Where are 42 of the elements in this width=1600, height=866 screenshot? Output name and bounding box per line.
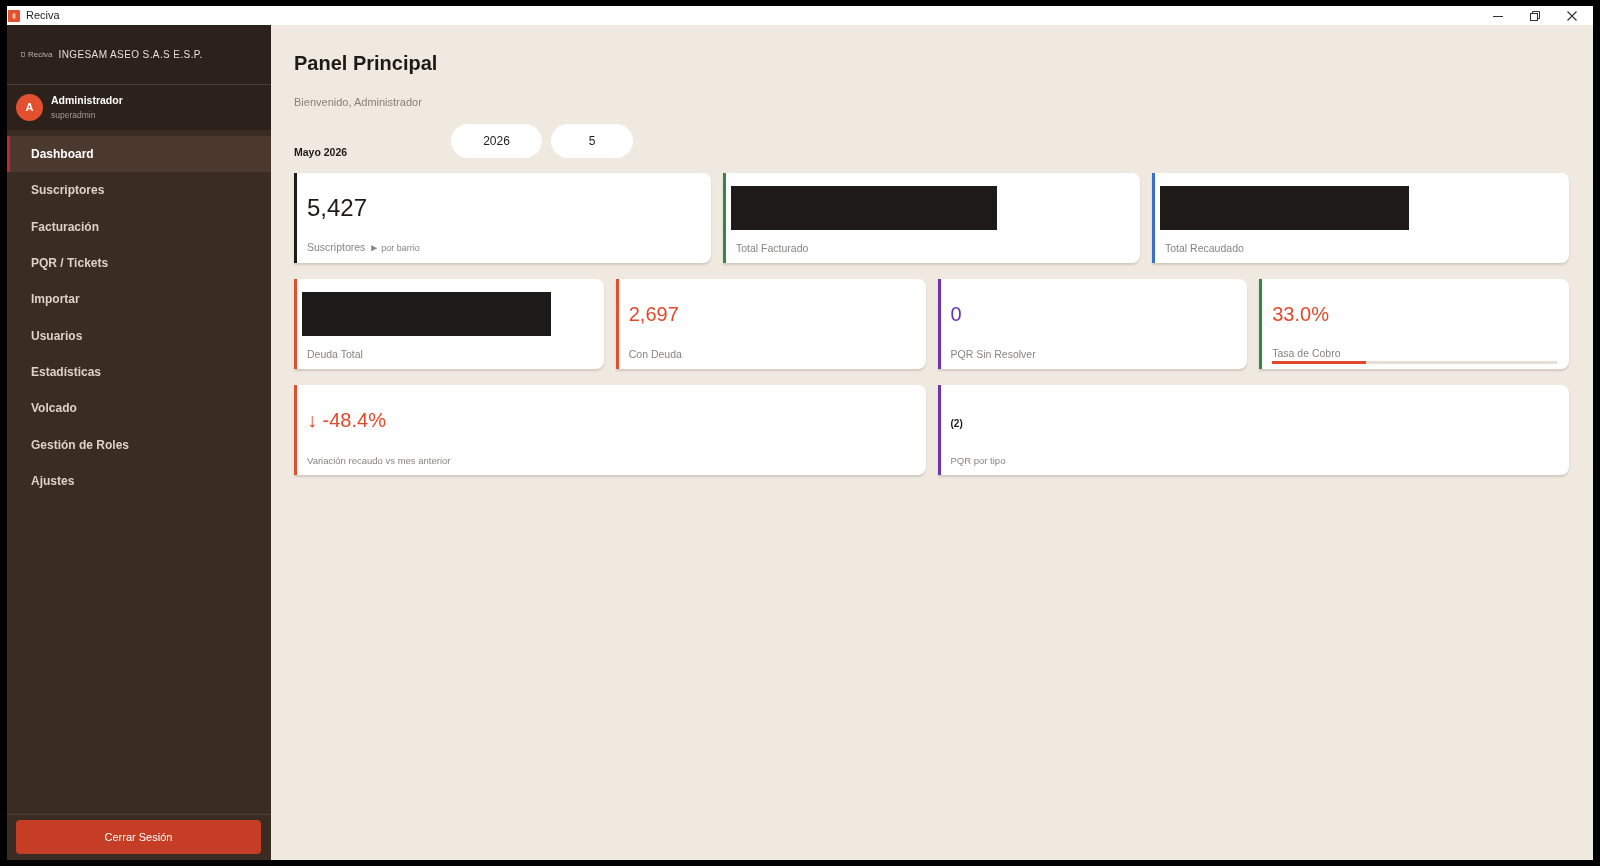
period-label: Mayo 2026 [294, 146, 349, 158]
welcome-text: Bienvenido, Administrador [294, 95, 423, 109]
nav-item[interactable]: Estadísticas [7, 353, 271, 391]
nav-item[interactable]: Facturación [7, 208, 271, 245]
stat-label: Con Deuda [628, 348, 682, 361]
nav-item[interactable]: PQR / Tickets [7, 244, 271, 282]
stat-value: 0 [950, 303, 962, 324]
user-role: superadmin [51, 109, 97, 121]
nav-item[interactable]: Volcado [7, 390, 271, 427]
stat-value: 2,697 [628, 303, 679, 324]
close-icon [1566, 10, 1577, 21]
company-name: INGESAM ASEO S.A.S E.S.P. [58, 48, 203, 62]
logo-icon [21, 52, 25, 57]
nav-item[interactable]: Usuarios [7, 317, 271, 354]
stat-value: 33.0% [1272, 303, 1329, 324]
stat-label: Tasa de Cobro [1272, 347, 1341, 360]
logo-text: Reciva [28, 48, 53, 61]
year-select[interactable]: 2026 [451, 124, 542, 158]
month-select[interactable]: 5 [551, 124, 633, 158]
page-title: Panel Principal [294, 51, 439, 75]
stat-label: Variación recaudo vs mes anterior [307, 454, 451, 467]
stat-label: PQR Sin Resolver [950, 348, 1036, 361]
logout-button[interactable]: Cerrar Sesión [16, 820, 261, 854]
restore-icon [1529, 10, 1540, 21]
nav-item[interactable]: Suscriptores [7, 172, 271, 209]
nav-item[interactable]: Dashboard [7, 136, 271, 173]
stat-value: 5,427 [307, 195, 368, 220]
stat-value: (2) [950, 418, 963, 429]
nav-item[interactable]: Gestión de Roles [7, 426, 271, 463]
stat-label: Suscriptores [307, 240, 366, 254]
user-avatar: A [16, 94, 43, 121]
stat-label: Deuda Total [307, 348, 363, 361]
stat-label: Total Facturado [736, 242, 809, 255]
nav-item[interactable]: Importar [7, 281, 271, 318]
stat-value: ↓ -48.4% [307, 409, 386, 430]
user-name: Administrador [51, 94, 123, 107]
nav-item[interactable]: Ajustes [7, 462, 271, 499]
stat-label: PQR por tipo [950, 454, 1006, 467]
by-neighborhood-link[interactable]: ► por barrio [369, 239, 420, 255]
window-title: Reciva [26, 8, 60, 23]
stat-label: Total Recaudado [1165, 242, 1244, 255]
app-logo-icon [8, 9, 20, 22]
